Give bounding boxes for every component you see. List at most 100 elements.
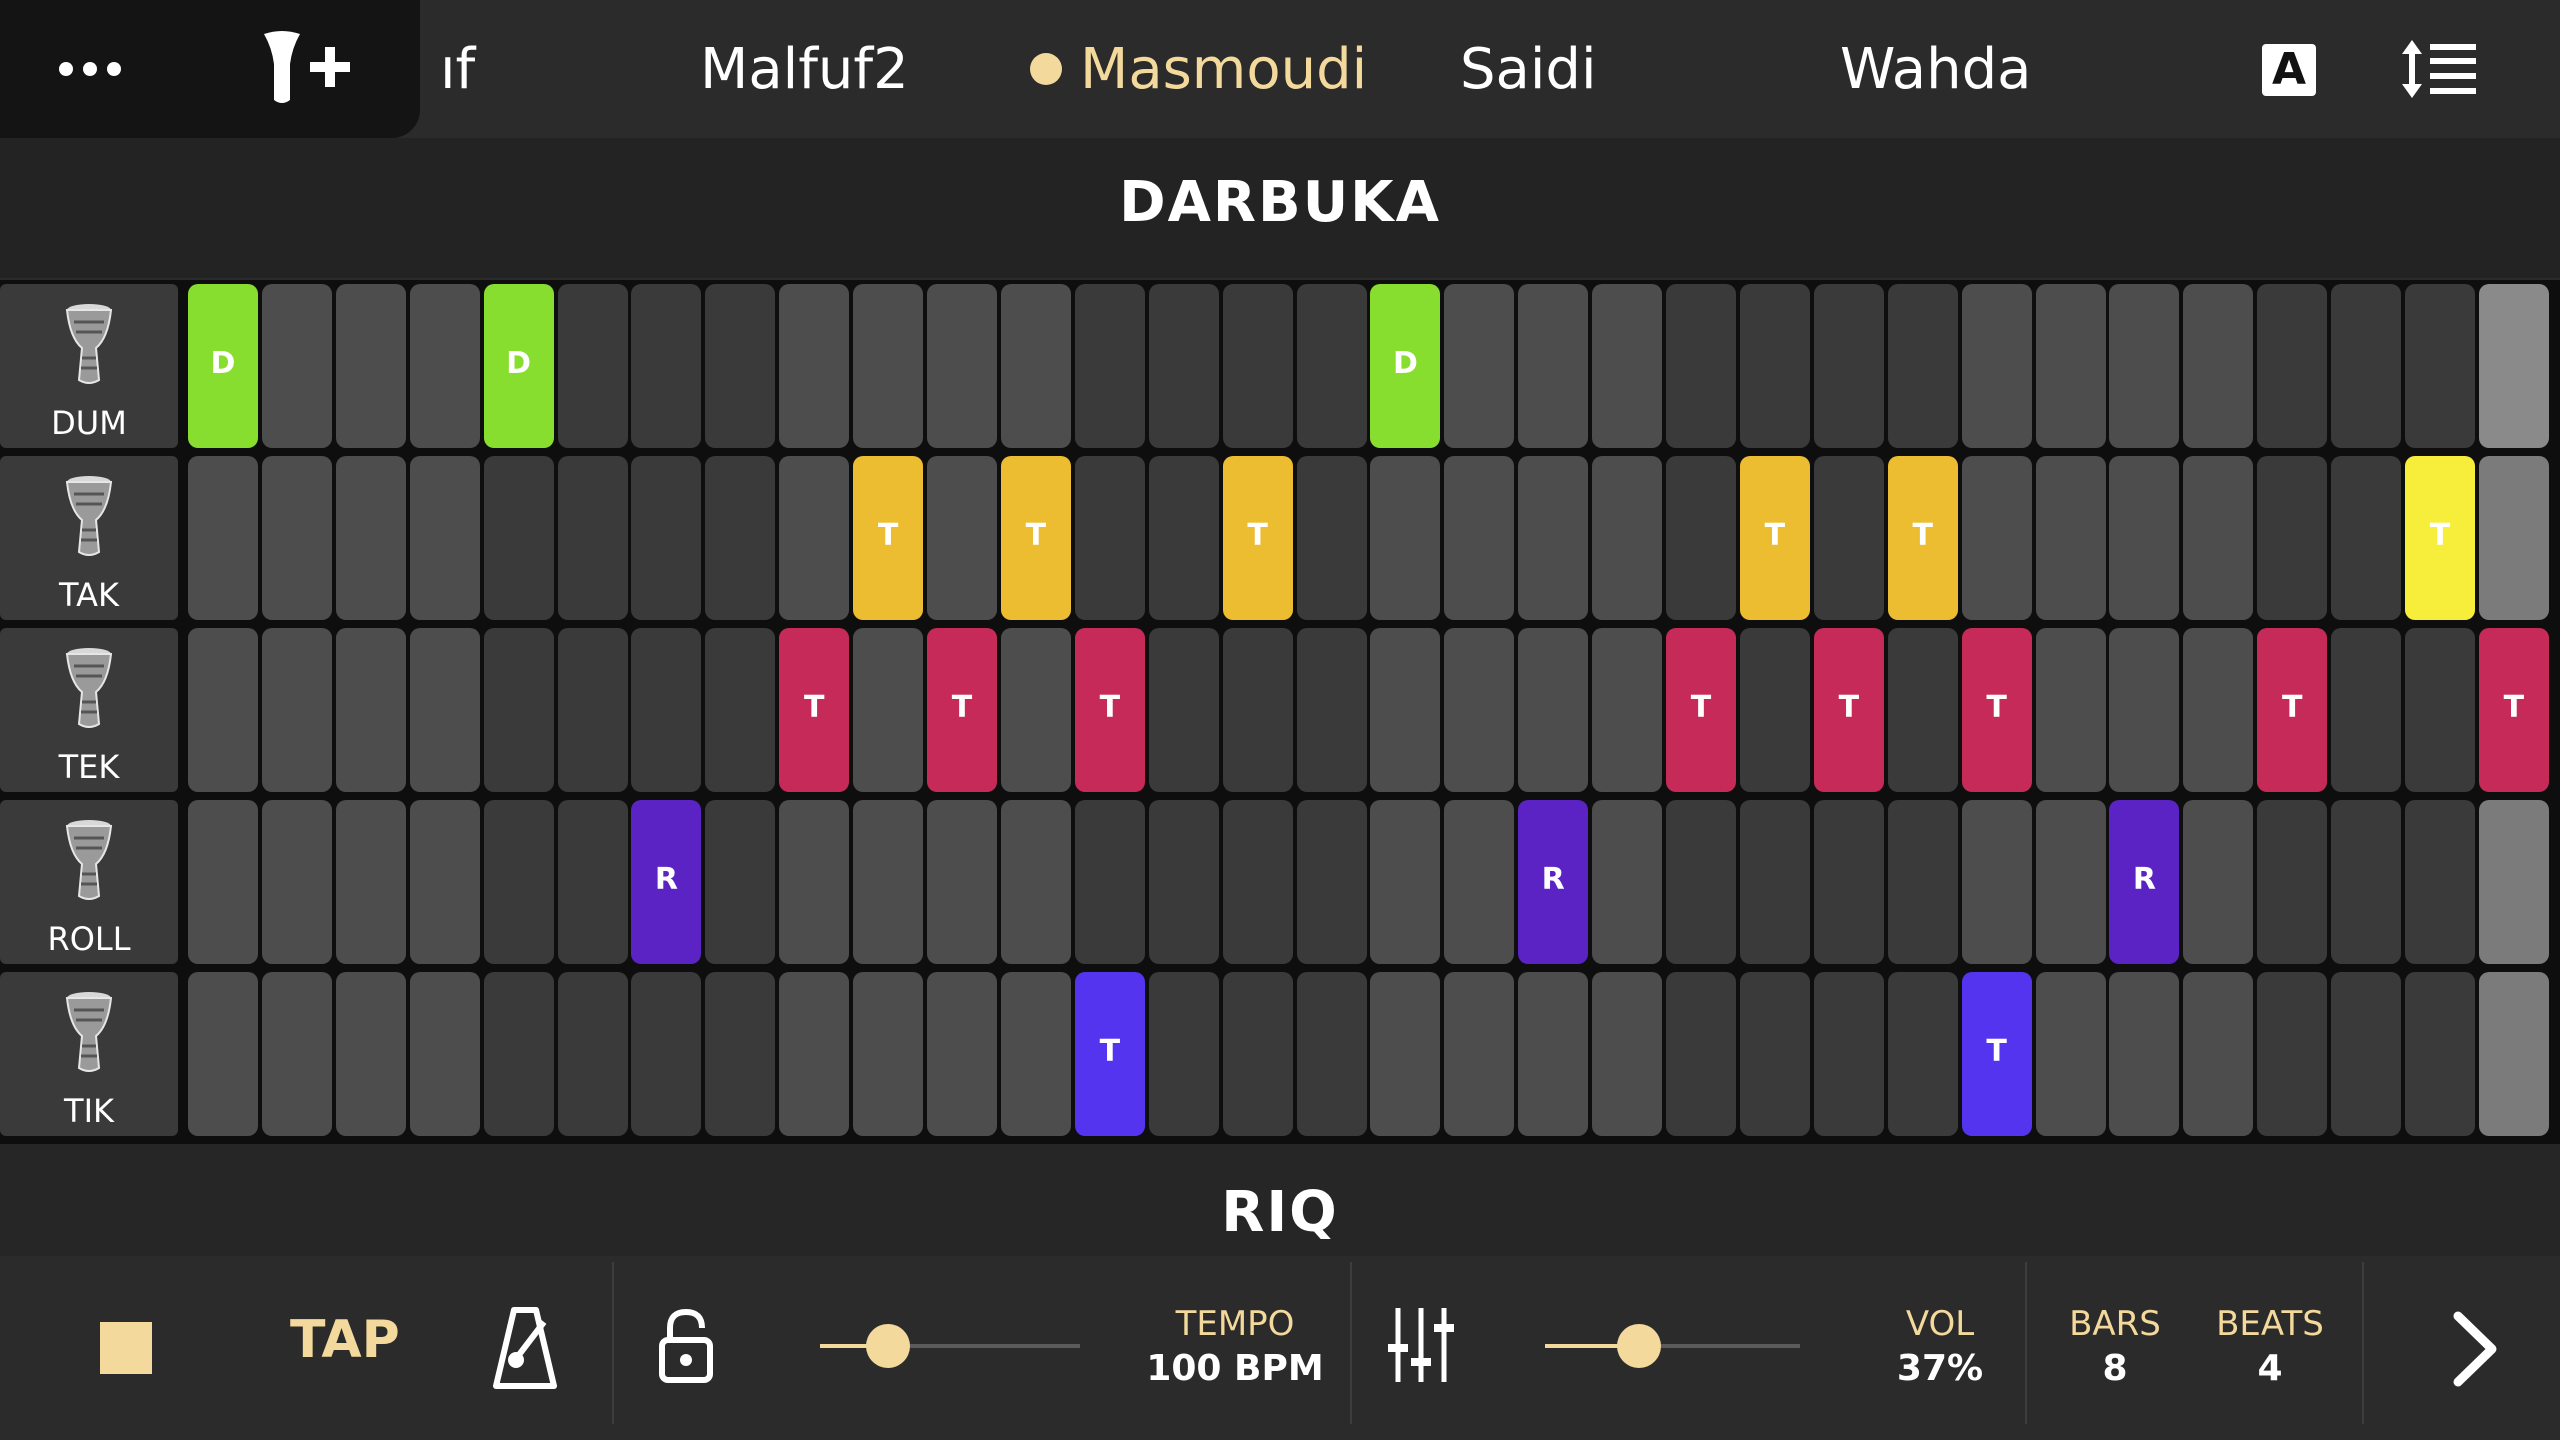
step-cell[interactable]: [2183, 628, 2254, 792]
step-cell[interactable]: [779, 972, 850, 1136]
step-cell[interactable]: T: [779, 628, 850, 792]
step-cell[interactable]: [705, 284, 776, 448]
step-cell[interactable]: T: [1074, 628, 1145, 792]
step-cell[interactable]: [1370, 972, 1441, 1136]
step-cell[interactable]: [2331, 456, 2402, 620]
step-cell[interactable]: [1739, 284, 1810, 448]
step-cell[interactable]: [2331, 800, 2402, 964]
step-cell[interactable]: [409, 628, 480, 792]
step-cell[interactable]: [2331, 972, 2402, 1136]
step-cell[interactable]: [1518, 972, 1589, 1136]
step-cell[interactable]: [1074, 800, 1145, 964]
step-cell[interactable]: [1666, 972, 1736, 1136]
step-cell[interactable]: [2257, 456, 2328, 620]
instrument-label-tik[interactable]: TIK: [0, 972, 178, 1136]
step-cell[interactable]: [188, 628, 258, 792]
step-cell[interactable]: [409, 800, 480, 964]
step-cell[interactable]: [557, 972, 628, 1136]
step-cell[interactable]: [1739, 972, 1810, 1136]
step-cell[interactable]: [2405, 628, 2475, 792]
step-cell[interactable]: [335, 456, 406, 620]
step-cell[interactable]: [1148, 972, 1219, 1136]
stop-button[interactable]: [100, 1322, 152, 1374]
step-cell[interactable]: T: [2257, 628, 2328, 792]
chevron-right-icon[interactable]: [2440, 1304, 2510, 1394]
step-cell[interactable]: [188, 456, 258, 620]
step-cell[interactable]: D: [188, 284, 258, 448]
step-cell[interactable]: [2035, 628, 2106, 792]
step-cell[interactable]: [1370, 800, 1441, 964]
tab-masmoudi[interactable]: Masmoudi: [1030, 30, 1367, 110]
step-cell[interactable]: [2035, 800, 2106, 964]
step-cell[interactable]: T: [1000, 456, 1071, 620]
step-cell[interactable]: [927, 284, 997, 448]
tempo-slider-knob[interactable]: [865, 1324, 910, 1368]
step-cell[interactable]: [779, 800, 850, 964]
step-cell[interactable]: [483, 628, 554, 792]
step-cell[interactable]: [779, 284, 850, 448]
step-cell[interactable]: T: [1074, 972, 1145, 1136]
unlock-icon[interactable]: [656, 1306, 716, 1386]
step-cell[interactable]: [853, 284, 924, 448]
step-cell[interactable]: [631, 972, 702, 1136]
tab-saidi[interactable]: Saidi: [1460, 30, 1597, 110]
step-cell[interactable]: [1000, 972, 1071, 1136]
step-cell[interactable]: [2478, 284, 2549, 448]
step-cell[interactable]: [1739, 800, 1810, 964]
step-cell[interactable]: [1518, 284, 1589, 448]
step-cell[interactable]: [631, 284, 702, 448]
step-cell[interactable]: [1813, 284, 1884, 448]
step-cell[interactable]: [1148, 284, 1219, 448]
step-cell[interactable]: [2109, 972, 2180, 1136]
step-cell[interactable]: T: [2405, 456, 2475, 620]
step-cell[interactable]: [335, 628, 406, 792]
step-cell[interactable]: [1222, 972, 1293, 1136]
step-cell[interactable]: D: [483, 284, 554, 448]
step-cell[interactable]: [1444, 284, 1515, 448]
step-cell[interactable]: [2331, 284, 2402, 448]
step-cell[interactable]: T: [1222, 456, 1293, 620]
step-cell[interactable]: [705, 972, 776, 1136]
step-cell[interactable]: [1739, 628, 1810, 792]
step-cell[interactable]: [631, 628, 702, 792]
step-cell[interactable]: [1592, 456, 1663, 620]
step-cell[interactable]: [1961, 284, 2032, 448]
step-cell[interactable]: [261, 800, 332, 964]
step-cell[interactable]: [409, 284, 480, 448]
step-cell[interactable]: R: [1518, 800, 1589, 964]
step-cell[interactable]: [2109, 284, 2180, 448]
step-cell[interactable]: [1296, 628, 1367, 792]
metronome-icon[interactable]: [490, 1302, 560, 1392]
step-cell[interactable]: [853, 972, 924, 1136]
instrument-label-dum[interactable]: DUM: [0, 284, 178, 448]
step-cell[interactable]: [409, 972, 480, 1136]
step-cell[interactable]: [1813, 800, 1884, 964]
step-cell[interactable]: [2183, 800, 2254, 964]
step-cell[interactable]: [2183, 456, 2254, 620]
step-cell[interactable]: [261, 972, 332, 1136]
step-cell[interactable]: [2109, 628, 2180, 792]
step-cell[interactable]: [2405, 972, 2475, 1136]
step-cell[interactable]: [1666, 284, 1736, 448]
instrument-label-roll[interactable]: ROLL: [0, 800, 178, 964]
tab-wahda[interactable]: Wahda: [1840, 30, 2031, 110]
step-cell[interactable]: [705, 628, 776, 792]
step-cell[interactable]: [1296, 456, 1367, 620]
step-cell[interactable]: [1000, 284, 1071, 448]
mixer-icon[interactable]: [1386, 1300, 1456, 1390]
step-cell[interactable]: [1074, 456, 1145, 620]
step-cell[interactable]: [779, 456, 850, 620]
step-cell[interactable]: [1370, 628, 1441, 792]
step-cell[interactable]: [261, 628, 332, 792]
step-cell[interactable]: [2183, 972, 2254, 1136]
step-cell[interactable]: [1592, 972, 1663, 1136]
step-cell[interactable]: [853, 628, 924, 792]
bars-value[interactable]: 8: [2060, 1348, 2170, 1389]
volume-slider-knob[interactable]: [1617, 1324, 1662, 1368]
step-cell[interactable]: [409, 456, 480, 620]
step-cell[interactable]: [1813, 972, 1884, 1136]
step-cell[interactable]: [261, 456, 332, 620]
tab-rhythm-partial[interactable]: ıf: [440, 30, 475, 110]
tap-tempo-button[interactable]: TAP: [290, 1310, 400, 1370]
step-cell[interactable]: [2257, 972, 2328, 1136]
